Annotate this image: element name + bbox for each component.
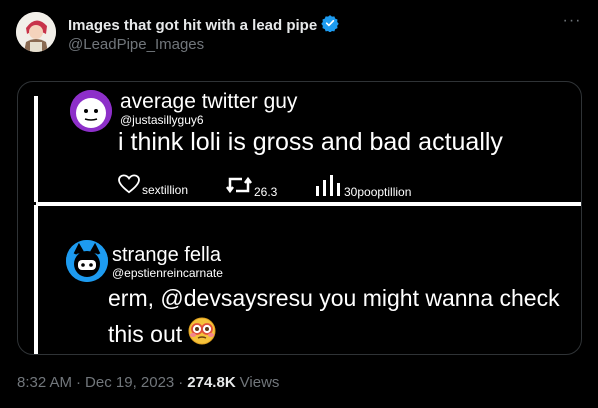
post1-likes: sextillion <box>118 174 188 197</box>
post1-retweets: 26.3 <box>226 174 277 199</box>
tweet-media[interactable]: average twitter guy @justasillyguy6 i th… <box>17 81 582 355</box>
post1-likes-count: sextillion <box>142 183 189 197</box>
post1-retweets-count: 26.3 <box>254 185 278 199</box>
heart-icon <box>118 174 140 197</box>
separator-dot: · <box>178 374 184 391</box>
more-options-button[interactable]: ··· <box>562 13 582 34</box>
retweet-icon <box>226 174 252 199</box>
tweet-date[interactable]: Dec 19, 2023 <box>85 374 174 391</box>
tweet-header: Images that got hit with a lead pipe @Le… <box>16 12 582 56</box>
thread-line-top <box>34 96 38 202</box>
views-count[interactable]: 274.8K <box>187 374 235 391</box>
author-name-row[interactable]: Images that got hit with a lead pipe <box>68 14 339 37</box>
post1-text: i think loli is gross and bad actually <box>118 128 503 156</box>
author-name[interactable]: Images that got hit with a lead pipe <box>68 17 317 34</box>
post1-avatar <box>70 90 112 132</box>
divider-line <box>36 202 581 206</box>
post2-text-block: erm, @devsaysresu you might wanna check … <box>108 280 578 354</box>
post2-text: erm, @devsaysresu you might wanna check … <box>108 285 560 347</box>
views-label: Views <box>239 374 280 391</box>
views-bar-icon <box>314 174 342 199</box>
post2-name: strange fella <box>112 244 221 266</box>
flushed-nerd-emoji-icon <box>188 317 216 354</box>
post2-avatar <box>66 240 108 282</box>
thread-line-bottom <box>34 205 38 354</box>
separator-dot: · <box>76 374 82 391</box>
verified-badge-icon <box>321 14 339 37</box>
post1-name: average twitter guy <box>120 90 298 113</box>
post1-handle: @justasillyguy6 <box>120 113 204 127</box>
post2-handle: @epstienreincarnate <box>112 266 223 280</box>
author-avatar[interactable] <box>16 12 56 52</box>
post1-views: 30pooptillion <box>314 174 411 199</box>
post1-views-count: 30pooptillion <box>344 185 412 199</box>
tweet-footer: 8:32 AM · Dec 19, 2023 · 274.8K Views <box>17 374 279 391</box>
tweet-time[interactable]: 8:32 AM <box>17 374 72 391</box>
author-handle[interactable]: @LeadPipe_Images <box>68 36 204 53</box>
